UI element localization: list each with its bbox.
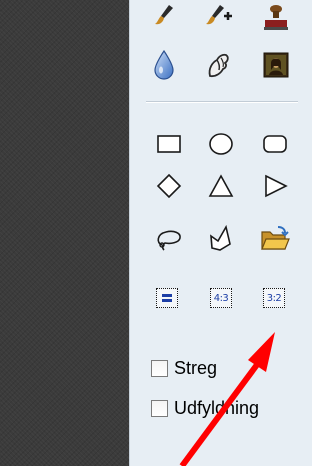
diamond-icon <box>156 173 182 199</box>
rounded-rectangle-icon <box>263 135 287 153</box>
portrait-icon <box>263 52 289 78</box>
brush-add-tool[interactable] <box>201 0 237 36</box>
smudge-tool[interactable] <box>201 47 237 83</box>
rounded-rectangle-tool[interactable] <box>257 126 293 162</box>
triangle-tool[interactable] <box>203 168 239 204</box>
ellipse-icon <box>209 133 233 155</box>
free-ratio-button[interactable] <box>156 288 178 308</box>
ratio-3-2-button[interactable]: 3:2 <box>263 288 285 308</box>
equals-icon <box>162 293 172 303</box>
stroke-label: Streg <box>174 358 218 378</box>
lasso-icon <box>157 230 181 251</box>
polygon-tool[interactable] <box>203 221 239 257</box>
stamp-icon <box>264 5 288 30</box>
open-folder-tool[interactable] <box>257 221 293 257</box>
brush-tool[interactable] <box>146 0 182 36</box>
right-triangle-icon <box>265 174 288 198</box>
fill-checkbox[interactable] <box>151 399 168 417</box>
rectangle-tool[interactable] <box>151 126 187 162</box>
stroke-option[interactable]: Streg <box>151 355 217 381</box>
diamond-tool[interactable] <box>151 168 187 204</box>
ellipse-tool[interactable] <box>203 126 239 162</box>
folder-open-icon <box>261 226 290 250</box>
rectangle-icon <box>157 135 181 153</box>
drop-icon <box>154 49 174 80</box>
photo-tool[interactable] <box>258 47 294 83</box>
stroke-checkbox[interactable] <box>151 359 168 377</box>
triangle-icon <box>208 174 234 197</box>
fill-option[interactable]: Udfyldning <box>151 395 259 421</box>
brush-icon <box>155 5 173 25</box>
brush-plus-icon <box>206 5 232 25</box>
screenshot: 4:3 3:2 Streg Udfyldning <box>0 0 312 466</box>
separator <box>146 101 298 103</box>
drop-tool[interactable] <box>146 47 182 83</box>
smudge-icon <box>208 53 229 78</box>
tool-panel: 4:3 3:2 Streg Udfyldning <box>129 0 312 466</box>
lasso-tool[interactable] <box>151 221 187 257</box>
right-triangle-tool[interactable] <box>257 168 293 204</box>
image-canvas[interactable] <box>0 0 129 466</box>
stamp-tool[interactable] <box>258 0 294 36</box>
ratio-4-3-button[interactable]: 4:3 <box>210 288 232 308</box>
fill-label: Udfyldning <box>174 398 260 418</box>
polygon-icon <box>210 224 231 251</box>
